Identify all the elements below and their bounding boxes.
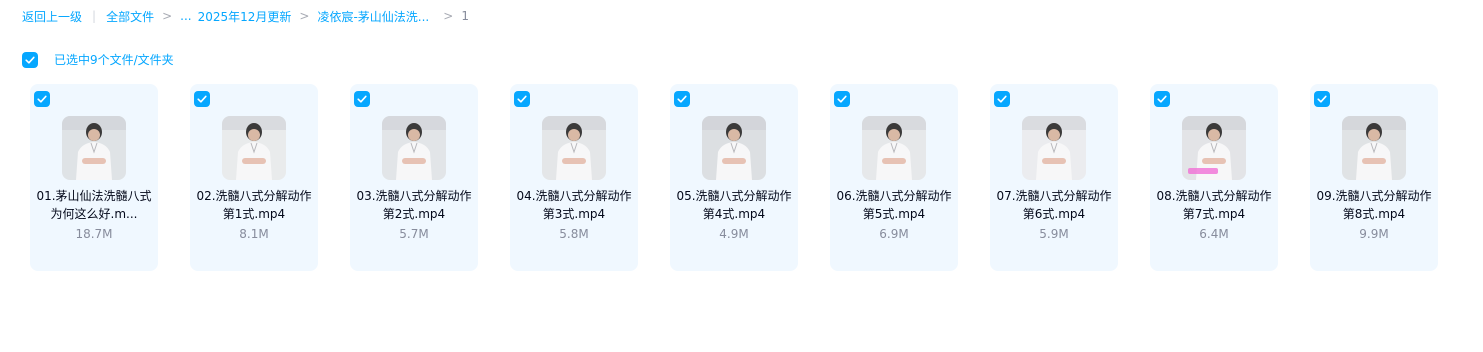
file-name[interactable]: 07.洗髓八式分解动作第6式.mp4	[996, 187, 1112, 223]
file-card[interactable]: 01.茅山仙法洗髓八式为何这么好.m... 18.7M	[30, 84, 158, 271]
video-thumbnail-icon[interactable]	[542, 116, 606, 180]
file-card[interactable]: 09.洗髓八式分解动作第8式.mp4 9.9M	[1310, 84, 1438, 271]
checkmark-icon	[837, 95, 847, 103]
file-name[interactable]: 03.洗髓八式分解动作第2式.mp4	[356, 187, 472, 223]
file-name[interactable]: 06.洗髓八式分解动作第5式.mp4	[836, 187, 952, 223]
checkmark-icon	[197, 95, 207, 103]
checkmark-icon	[357, 95, 367, 103]
file-size: 5.7M	[399, 227, 429, 241]
video-thumbnail-icon[interactable]	[222, 116, 286, 180]
file-card[interactable]: 08.洗髓八式分解动作第7式.mp4 6.4M	[1150, 84, 1278, 271]
all-files-link[interactable]: 全部文件	[106, 8, 154, 25]
file-name[interactable]: 01.茅山仙法洗髓八式为何这么好.m...	[36, 187, 152, 223]
checkmark-icon	[37, 95, 47, 103]
file-size: 9.9M	[1359, 227, 1389, 241]
video-thumbnail-icon[interactable]	[1342, 116, 1406, 180]
video-thumbnail-icon[interactable]	[1022, 116, 1086, 180]
file-card[interactable]: 04.洗髓八式分解动作第3式.mp4 5.8M	[510, 84, 638, 271]
file-checkbox[interactable]	[194, 91, 210, 107]
file-size: 18.7M	[75, 227, 113, 241]
file-checkbox[interactable]	[834, 91, 850, 107]
breadcrumb-current: 1	[461, 9, 469, 23]
file-name[interactable]: 09.洗髓八式分解动作第8式.mp4	[1316, 187, 1432, 223]
file-size: 5.9M	[1039, 227, 1069, 241]
back-link[interactable]: 返回上一级	[22, 8, 82, 25]
checkmark-icon	[997, 95, 1007, 103]
file-name[interactable]: 02.洗髓八式分解动作第1式.mp4	[196, 187, 312, 223]
checkmark-icon	[25, 56, 35, 64]
file-checkbox[interactable]	[674, 91, 690, 107]
file-card[interactable]: 06.洗髓八式分解动作第5式.mp4 6.9M	[830, 84, 958, 271]
file-name[interactable]: 04.洗髓八式分解动作第3式.mp4	[516, 187, 632, 223]
breadcrumb: 返回上一级 | 全部文件 > ... 2025年12月更新 > 凌依宸-茅山仙法…	[22, 8, 469, 24]
checkmark-icon	[517, 95, 527, 103]
file-card[interactable]: 03.洗髓八式分解动作第2式.mp4 5.7M	[350, 84, 478, 271]
file-card[interactable]: 07.洗髓八式分解动作第6式.mp4 5.9M	[990, 84, 1118, 271]
file-checkbox[interactable]	[994, 91, 1010, 107]
chevron-right-icon: >	[162, 9, 173, 23]
video-thumbnail-icon[interactable]	[862, 116, 926, 180]
video-thumbnail-icon[interactable]	[702, 116, 766, 180]
checkmark-icon	[1157, 95, 1167, 103]
video-thumbnail-icon[interactable]	[382, 116, 446, 180]
file-checkbox[interactable]	[514, 91, 530, 107]
file-name[interactable]: 08.洗髓八式分解动作第7式.mp4	[1156, 187, 1272, 223]
select-all-checkbox[interactable]	[22, 51, 38, 68]
checkmark-icon	[677, 95, 687, 103]
file-card[interactable]: 02.洗髓八式分解动作第1式.mp4 8.1M	[190, 84, 318, 271]
file-name[interactable]: 05.洗髓八式分解动作第4式.mp4	[676, 187, 792, 223]
file-checkbox[interactable]	[1154, 91, 1170, 107]
breadcrumb-folder-1[interactable]: 2025年12月更新	[198, 8, 292, 25]
video-thumbnail-icon[interactable]	[62, 116, 126, 180]
chevron-right-icon: >	[443, 9, 454, 23]
chevron-right-icon: >	[299, 9, 310, 23]
selection-count-label: 已选中9个文件/文件夹	[54, 53, 174, 67]
breadcrumb-ellipsis[interactable]: ...	[180, 9, 191, 23]
divider: |	[92, 9, 97, 23]
file-size: 6.9M	[879, 227, 909, 241]
file-size: 6.4M	[1199, 227, 1229, 241]
file-checkbox[interactable]	[34, 91, 50, 107]
video-thumbnail-icon[interactable]	[1182, 116, 1246, 180]
file-checkbox[interactable]	[1314, 91, 1330, 107]
breadcrumb-folder-2[interactable]: 凌依宸-茅山仙法洗...	[317, 8, 429, 25]
file-size: 4.9M	[719, 227, 749, 241]
file-size: 5.8M	[559, 227, 589, 241]
checkmark-icon	[1317, 95, 1327, 103]
file-size: 8.1M	[239, 227, 269, 241]
select-all-row: 已选中9个文件/文件夹	[22, 51, 174, 68]
file-card[interactable]: 05.洗髓八式分解动作第4式.mp4 4.9M	[670, 84, 798, 271]
file-checkbox[interactable]	[354, 91, 370, 107]
